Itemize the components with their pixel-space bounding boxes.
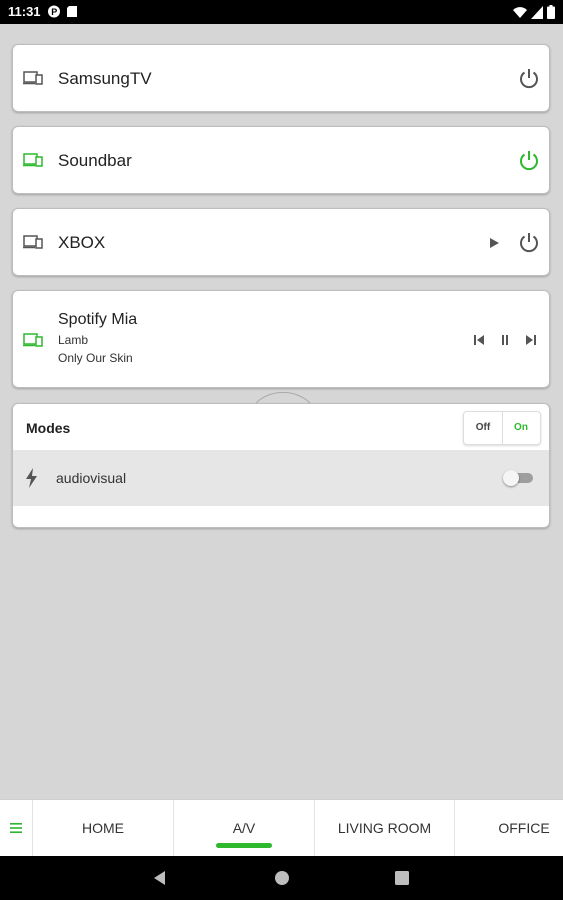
modes-on-button[interactable]: On xyxy=(502,412,540,444)
tab-home[interactable]: HOME xyxy=(32,800,173,856)
sd-card-icon xyxy=(67,6,77,17)
tab-label: LIVING ROOM xyxy=(337,820,432,836)
tv-device-icon xyxy=(23,153,43,167)
recents-icon[interactable] xyxy=(394,870,410,886)
tab-av[interactable]: A/V xyxy=(173,800,314,856)
tab-bar: HOME A/V LIVING ROOM OFFICE xyxy=(0,799,563,856)
mode-row-audiovisual[interactable]: audiovisual xyxy=(13,450,549,506)
system-nav-bar xyxy=(0,856,563,900)
power-icon[interactable] xyxy=(518,67,540,89)
player-artist: Lamb xyxy=(58,333,89,347)
modes-card: Modes Off On audiovisual xyxy=(12,403,550,528)
pause-icon[interactable] xyxy=(498,333,512,347)
device-name: SamsungTV xyxy=(58,69,152,88)
svg-text:P: P xyxy=(51,7,57,17)
tv-device-icon xyxy=(23,235,43,249)
next-icon[interactable] xyxy=(524,333,538,347)
tab-office[interactable]: OFFICE xyxy=(454,800,563,856)
status-bar: 11:31 P xyxy=(0,0,563,24)
signal-icon xyxy=(531,5,543,19)
mode-label: audiovisual xyxy=(56,470,127,486)
back-icon[interactable] xyxy=(152,870,168,886)
device-card-xbox[interactable]: XBOX xyxy=(12,208,550,276)
device-card-soundbar[interactable]: Soundbar xyxy=(12,126,550,194)
device-name: Soundbar xyxy=(58,151,132,170)
tab-label: A/V xyxy=(232,820,256,836)
player-track: Only Our Skin xyxy=(58,351,133,365)
menu-button[interactable] xyxy=(0,800,32,856)
player-card-spotify[interactable]: Spotify Mia Lamb Only Our Skin xyxy=(12,290,550,388)
previous-icon[interactable] xyxy=(472,333,486,347)
device-card-samsungtv[interactable]: SamsungTV xyxy=(12,44,550,112)
power-icon[interactable] xyxy=(518,231,540,253)
play-icon[interactable] xyxy=(487,236,501,250)
modes-off-on-toggle: Off On xyxy=(463,411,541,445)
menu-icon xyxy=(10,823,22,833)
wifi-icon xyxy=(513,6,527,18)
notification-p-icon: P xyxy=(48,5,60,18)
active-tab-indicator xyxy=(216,843,272,848)
modes-off-button[interactable]: Off xyxy=(464,412,503,444)
tab-label: HOME xyxy=(82,820,124,836)
modes-title: Modes xyxy=(26,420,71,436)
battery-icon xyxy=(547,5,555,19)
status-time: 11:31 xyxy=(8,4,41,19)
mode-switch[interactable] xyxy=(503,470,533,486)
power-icon[interactable] xyxy=(518,149,540,171)
player-name: Spotify Mia xyxy=(58,311,138,328)
tv-device-icon xyxy=(23,333,43,347)
tab-label: OFFICE xyxy=(498,820,550,836)
tv-device-icon xyxy=(23,71,43,85)
bolt-icon xyxy=(26,468,37,488)
tab-living-room[interactable]: LIVING ROOM xyxy=(314,800,454,856)
device-name: XBOX xyxy=(58,233,106,252)
home-icon[interactable] xyxy=(274,870,290,886)
